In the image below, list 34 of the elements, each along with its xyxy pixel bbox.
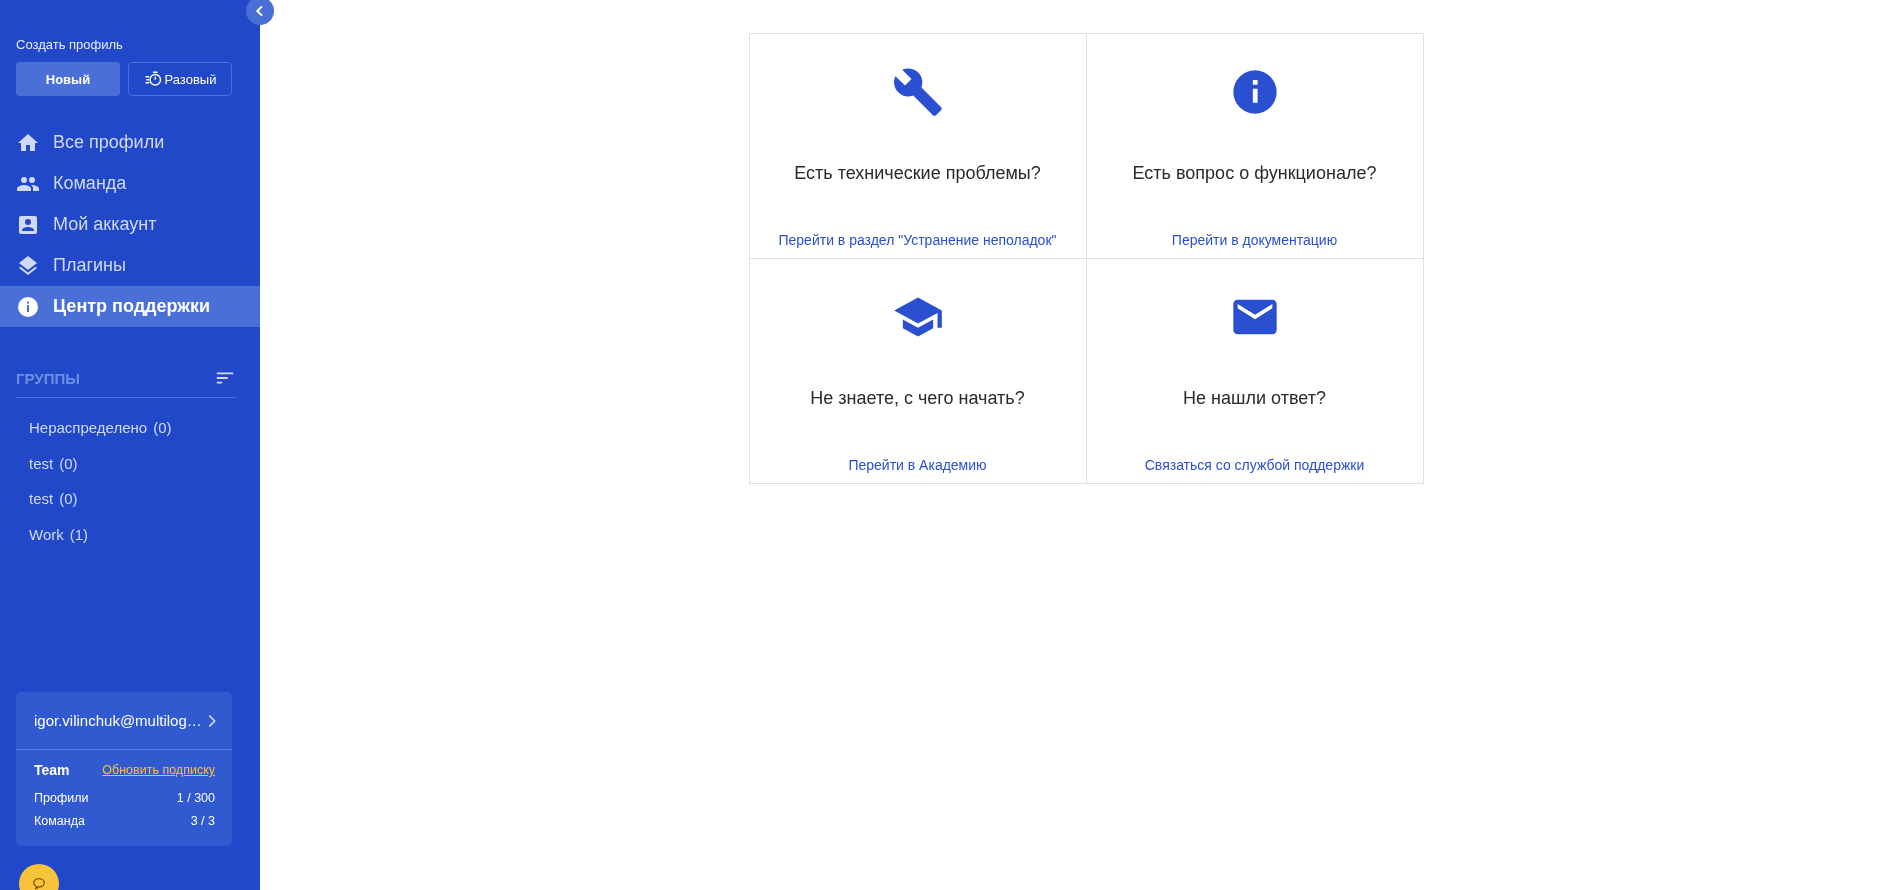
plan-name: Team: [34, 762, 70, 778]
nav-item[interactable]: Мой аккаунт: [0, 204, 260, 245]
card-title: Не знаете, с чего начать?: [810, 388, 1025, 409]
group-item[interactable]: test (0): [0, 481, 260, 517]
nav-item[interactable]: Плагины: [0, 245, 260, 286]
stat-value: 1 / 300: [176, 790, 215, 805]
nav-item[interactable]: Все профили: [0, 122, 260, 163]
card-link[interactable]: Перейти в раздел "Устранение неполадок": [778, 232, 1057, 248]
nav-item[interactable]: Команда: [0, 163, 260, 204]
chat-bubble-icon: [30, 875, 48, 890]
card-title: Есть технические проблемы?: [794, 163, 1041, 184]
card-title: Не нашли ответ?: [1183, 388, 1326, 409]
nav-item[interactable]: Центр поддержки: [0, 286, 260, 327]
stat-value: 3 / 3: [190, 813, 215, 828]
new-profile-button[interactable]: Новый: [16, 62, 120, 96]
stat-label: Профили: [34, 790, 89, 805]
stat-label: Команда: [34, 813, 85, 828]
account-email: igor.vilinchuk@multilog…: [34, 712, 202, 729]
card-link[interactable]: Связаться со службой поддержки: [1144, 457, 1365, 473]
group-item[interactable]: Нераспределено (0): [0, 410, 260, 446]
info-icon: [16, 294, 40, 319]
groups-heading: ГРУППЫ: [16, 369, 80, 387]
stopwatch-icon: [143, 70, 162, 88]
account-email-row[interactable]: igor.vilinchuk@multilog…: [16, 692, 232, 750]
collapse-sidebar-button[interactable]: [246, 0, 274, 25]
card-link[interactable]: Перейти в документацию: [1171, 232, 1338, 248]
card-title: Есть вопрос о функционале?: [1132, 163, 1377, 184]
upgrade-subscription-link[interactable]: Обновить подписку: [102, 763, 215, 777]
one-time-profile-button[interactable]: Разовый: [128, 62, 232, 96]
wrench-icon: [891, 66, 944, 118]
card-link[interactable]: Перейти в Академию: [848, 457, 987, 473]
group-item[interactable]: test (0): [0, 445, 260, 481]
create-profile-label: Создать профиль: [16, 37, 124, 52]
group-item[interactable]: Work (1): [0, 516, 260, 552]
